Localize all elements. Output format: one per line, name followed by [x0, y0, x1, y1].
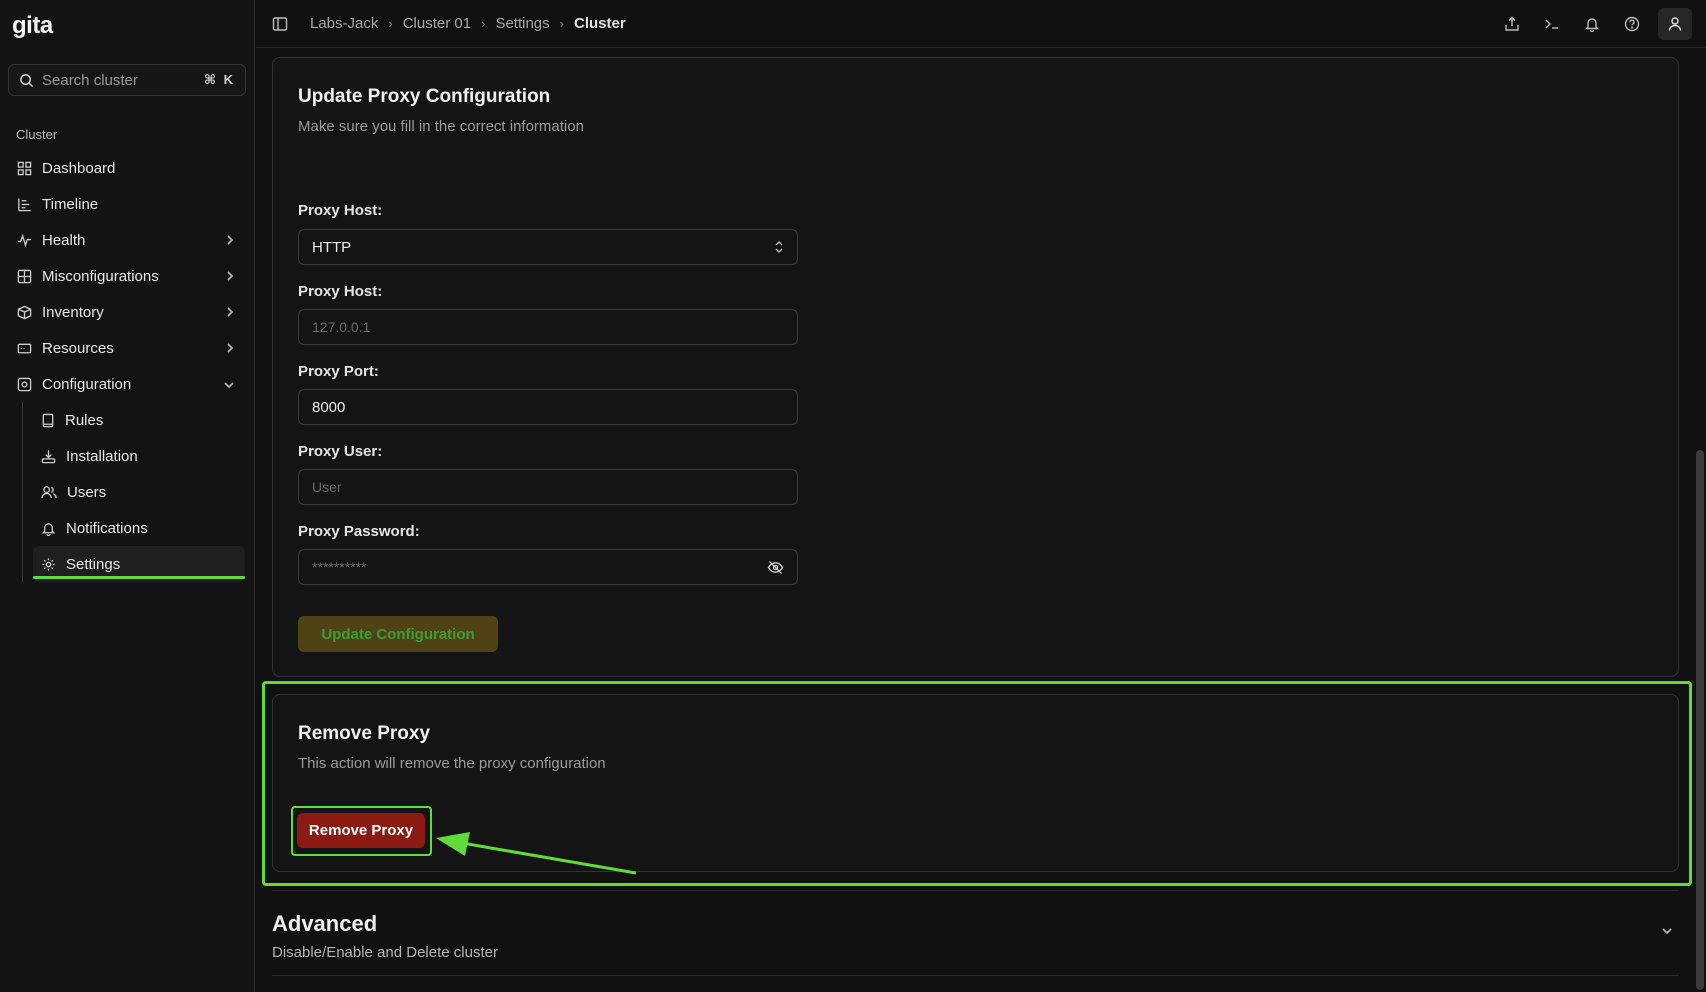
- proxy-host-placeholder: 127.0.0.1: [312, 319, 371, 335]
- proxy-user-placeholder: User: [312, 479, 342, 495]
- sidebar-item-health[interactable]: Health: [0, 222, 255, 258]
- sidebar-item-label: Dashboard: [42, 159, 116, 177]
- breadcrumb-item[interactable]: Cluster 01: [403, 15, 471, 32]
- sidebar-section-label: Cluster: [16, 127, 58, 142]
- sidebar-item-misconfigurations[interactable]: Misconfigurations: [0, 258, 255, 294]
- proxy-user-label: Proxy User:: [298, 443, 383, 460]
- proxy-config-card: Update Proxy Configuration Make sure you…: [272, 57, 1679, 677]
- update-configuration-button[interactable]: Update Configuration: [298, 616, 498, 652]
- advanced-section[interactable]: Advanced Disable/Enable and Delete clust…: [272, 890, 1679, 976]
- pulse-icon: [17, 233, 32, 247]
- advanced-title: Advanced: [272, 911, 378, 936]
- sidebar-item-label: Notifications: [66, 519, 148, 537]
- remove-proxy-subtitle: This action will remove the proxy config…: [298, 755, 606, 772]
- proxy-protocol-value: HTTP: [312, 238, 352, 256]
- sidebar-item-label: Installation: [66, 447, 138, 465]
- scrollbar[interactable]: [1696, 450, 1704, 990]
- sidebar-item-inventory[interactable]: Inventory: [0, 294, 255, 330]
- sidebar-item-users[interactable]: Users: [23, 474, 255, 510]
- config-icon: [17, 377, 32, 391]
- sidebar-item-timeline[interactable]: Timeline: [0, 186, 255, 222]
- help-icon[interactable]: [1618, 9, 1646, 39]
- app-logo[interactable]: gita: [12, 12, 53, 40]
- sidebar-item-rules[interactable]: Rules: [23, 402, 255, 438]
- proxy-user-input[interactable]: User: [298, 469, 798, 505]
- search-placeholder: Search cluster: [42, 71, 138, 89]
- install-icon: [41, 449, 56, 463]
- proxy-password-label: Proxy Password:: [298, 523, 420, 540]
- remove-proxy-card: Remove Proxy This action will remove the…: [272, 694, 1679, 872]
- sidebar-item-label: Inventory: [42, 303, 104, 321]
- advanced-subtitle: Disable/Enable and Delete cluster: [272, 944, 498, 961]
- proxy-protocol-select[interactable]: HTTP: [298, 229, 798, 265]
- breadcrumb-current: Cluster: [573, 15, 626, 32]
- chevron-right-icon: [225, 269, 235, 286]
- chevron-right-icon: [225, 233, 235, 250]
- book-icon: [42, 413, 54, 427]
- chevron-down-icon: [223, 377, 235, 394]
- sidebar-item-configuration[interactable]: Configuration: [0, 366, 255, 402]
- sidebar-item-resources[interactable]: Resources: [0, 330, 255, 366]
- cube-icon: [17, 305, 32, 319]
- breadcrumb: Labs-Jack › Cluster 01 › Settings › Clus…: [310, 15, 626, 32]
- sidebar-item-label: Configuration: [42, 375, 132, 393]
- search-icon: [20, 73, 34, 87]
- chevron-down-icon[interactable]: [1661, 923, 1673, 941]
- bell-icon[interactable]: [1578, 9, 1606, 39]
- configuration-subnav: Rules Installation Users Notifications S…: [22, 402, 255, 582]
- sidebar-nav: Dashboard Timeline Health Misconfigurati…: [0, 150, 255, 582]
- misconfig-icon: [17, 269, 32, 283]
- search-shortcut: ⌘ K: [203, 72, 235, 87]
- proxy-protocol-label: Proxy Host:: [298, 202, 383, 219]
- sidebar-item-label: Settings: [66, 555, 121, 573]
- top-bar-actions: [1498, 8, 1692, 40]
- sidebar-item-label: Rules: [65, 411, 104, 429]
- sidebar-item-dashboard[interactable]: Dashboard: [0, 150, 255, 186]
- proxy-password-placeholder: **********: [312, 559, 367, 575]
- users-icon: [41, 485, 57, 498]
- remove-proxy-title: Remove Proxy: [298, 723, 431, 744]
- sidebar-item-label: Resources: [42, 339, 114, 357]
- resources-icon: [17, 343, 32, 353]
- sidebar-toggle-icon[interactable]: [272, 16, 288, 32]
- breadcrumb-item[interactable]: Settings: [495, 15, 549, 32]
- chevron-right-icon: ›: [388, 16, 393, 31]
- share-icon[interactable]: [1498, 9, 1526, 39]
- sidebar: gita Search cluster ⌘ K Cluster Dashboar…: [0, 0, 255, 992]
- chevron-right-icon: ›: [481, 16, 486, 31]
- sidebar-item-label: Health: [42, 231, 86, 249]
- sidebar-item-label: Misconfigurations: [42, 267, 159, 285]
- chevron-right-icon: [225, 305, 235, 322]
- proxy-host-label: Proxy Host:: [298, 283, 383, 300]
- select-chevrons-icon: [774, 240, 784, 254]
- timeline-icon: [18, 197, 31, 211]
- proxy-password-input[interactable]: **********: [298, 549, 798, 585]
- sidebar-item-notifications[interactable]: Notifications: [23, 510, 255, 546]
- bell-icon: [41, 522, 56, 536]
- proxy-port-input[interactable]: 8000: [298, 389, 798, 425]
- sidebar-item-label: Timeline: [42, 195, 99, 213]
- top-bar: Labs-Jack › Cluster 01 › Settings › Clus…: [256, 0, 1706, 48]
- gear-icon: [42, 557, 55, 571]
- chevron-right-icon: ›: [559, 16, 564, 31]
- proxy-port-value: 8000: [312, 398, 346, 416]
- settings-highlight-underline: [33, 576, 245, 579]
- user-icon[interactable]: [1658, 8, 1692, 40]
- grid-icon: [17, 161, 32, 175]
- sidebar-item-installation[interactable]: Installation: [23, 438, 255, 474]
- search-input[interactable]: Search cluster ⌘ K: [8, 64, 246, 96]
- breadcrumb-item[interactable]: Labs-Jack: [310, 15, 378, 32]
- chevron-right-icon: [225, 341, 235, 358]
- remove-proxy-button[interactable]: Remove Proxy: [297, 813, 425, 848]
- eye-off-icon[interactable]: [767, 560, 784, 575]
- proxy-host-input[interactable]: 127.0.0.1: [298, 309, 798, 345]
- proxy-config-title: Update Proxy Configuration: [298, 86, 551, 107]
- proxy-port-label: Proxy Port:: [298, 363, 379, 380]
- sidebar-item-label: Users: [67, 483, 107, 501]
- proxy-config-subtitle: Make sure you fill in the correct inform…: [298, 118, 584, 135]
- terminal-icon[interactable]: [1538, 9, 1566, 39]
